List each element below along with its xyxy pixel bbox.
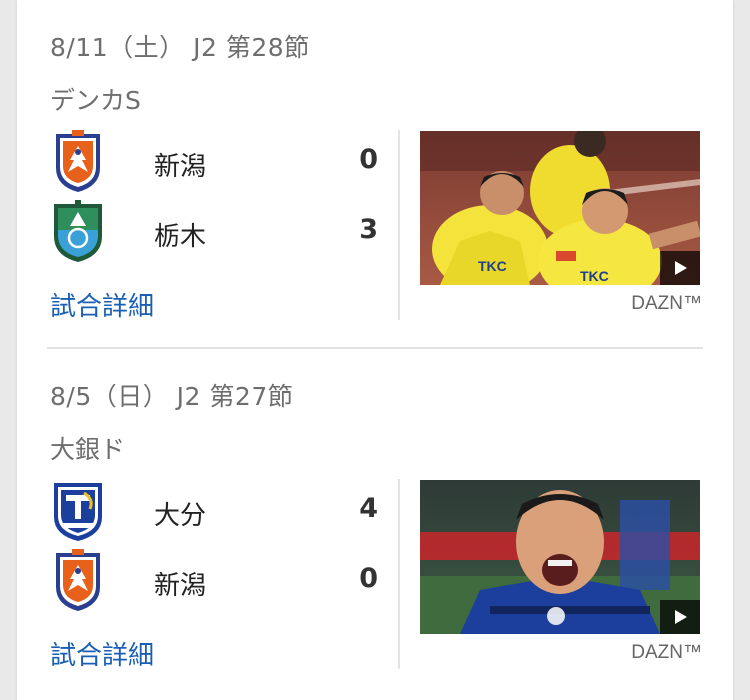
- match-date-line: 8/5（日） J2 第27節: [50, 382, 294, 411]
- match-date-line: 8/11（土） J2 第28節: [50, 33, 310, 62]
- match-results-card: 8/11（土） J2 第28節 デンカS 新潟 0 栃木 3 試合詳細 TKC …: [17, 0, 733, 700]
- play-icon: [675, 261, 687, 275]
- column-divider: [398, 130, 400, 320]
- highlight-video-thumbnail[interactable]: [420, 480, 700, 634]
- home-team-score: 4: [359, 493, 378, 524]
- video-provider-label: DAZN™: [631, 642, 702, 663]
- home-team-score: 0: [359, 144, 378, 175]
- match-item: 8/5（日） J2 第27節 大銀ド 大分 4 新潟 0 試合詳細 DAZN™: [17, 349, 733, 689]
- match-details-link[interactable]: 試合詳細: [50, 286, 154, 323]
- column-divider: [398, 479, 400, 669]
- away-team-row: 新潟 0: [50, 549, 380, 613]
- home-team-name: 大分: [154, 501, 207, 531]
- match-venue: 大銀ド: [50, 435, 126, 464]
- away-team-score: 0: [359, 563, 378, 594]
- video-thumbnail-image: TKC TKC: [420, 131, 700, 285]
- svg-text:TKC: TKC: [580, 268, 609, 284]
- highlight-video-thumbnail[interactable]: TKC TKC: [420, 131, 700, 285]
- video-thumbnail-image: [420, 480, 700, 634]
- home-team-row: 新潟 0: [50, 130, 380, 194]
- match-item: 8/11（土） J2 第28節 デンカS 新潟 0 栃木 3 試合詳細 TKC …: [17, 0, 733, 340]
- play-button[interactable]: [660, 251, 700, 285]
- play-icon: [675, 610, 687, 624]
- video-provider-label: DAZN™: [631, 293, 702, 314]
- away-team-score: 3: [359, 214, 378, 245]
- play-button[interactable]: [660, 600, 700, 634]
- home-team-name: 新潟: [154, 152, 207, 182]
- home-team-row: 大分 4: [50, 479, 380, 543]
- away-team-name: 新潟: [154, 571, 207, 601]
- svg-text:TKC: TKC: [478, 258, 507, 274]
- away-team-name: 栃木: [154, 222, 207, 252]
- albirex-crest-icon: [50, 130, 106, 194]
- tochigi-crest-icon: [50, 200, 106, 264]
- albirex-crest-icon: [50, 549, 106, 613]
- match-venue: デンカS: [50, 86, 141, 115]
- trinita-crest-icon: [50, 479, 106, 543]
- match-details-link[interactable]: 試合詳細: [50, 635, 154, 672]
- away-team-row: 栃木 3: [50, 200, 380, 264]
